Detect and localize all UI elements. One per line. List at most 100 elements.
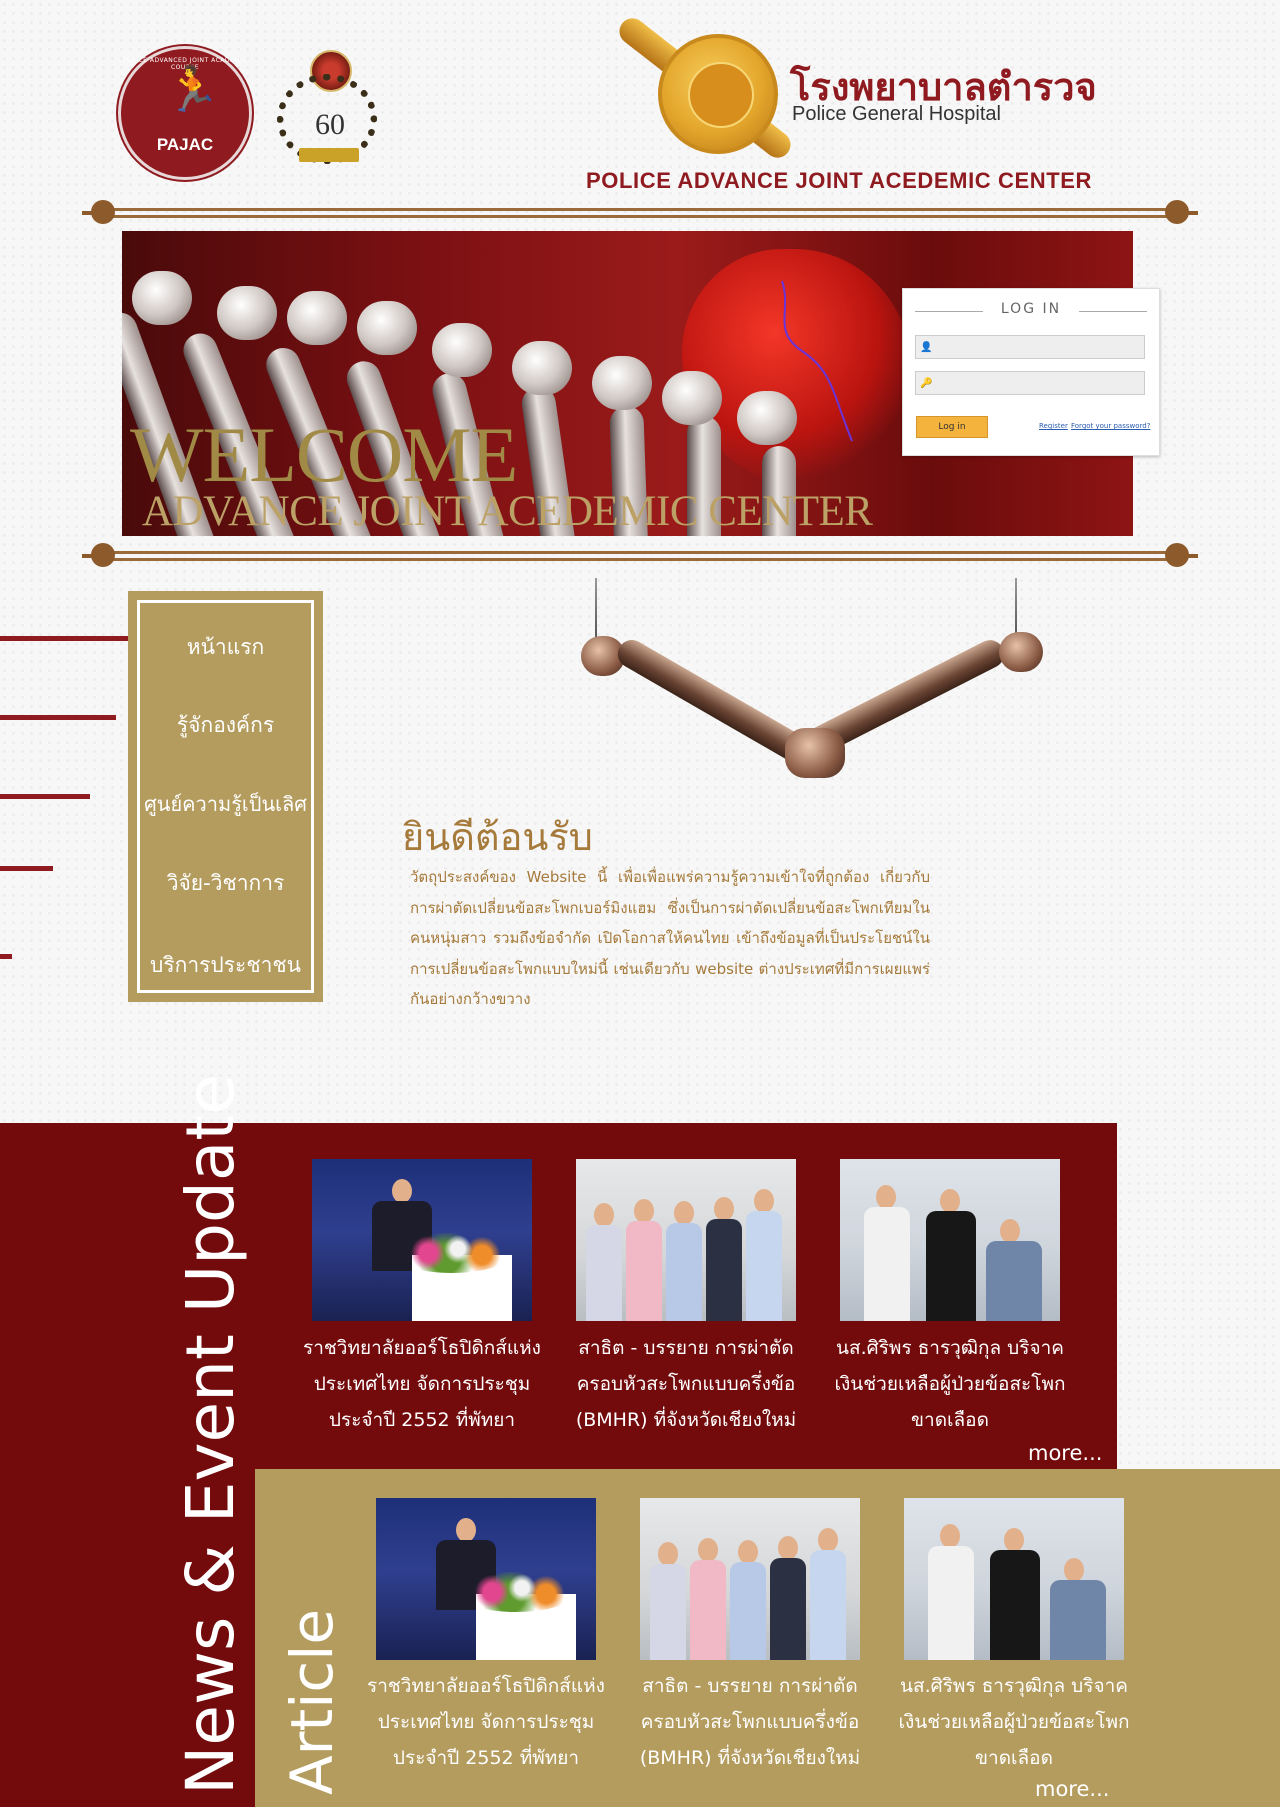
article-thumb[interactable]	[904, 1498, 1124, 1660]
password-input[interactable]	[915, 371, 1145, 395]
bone-head-graphic	[737, 391, 797, 445]
forgot-password-link[interactable]: Forgot your password?	[1071, 422, 1150, 430]
person-head	[1064, 1558, 1084, 1582]
emblem-center	[688, 62, 754, 128]
bone-head-graphic	[217, 286, 277, 340]
key-icon: 🔑	[920, 378, 933, 389]
nav-item-about[interactable]: รู้จักองค์กร	[140, 709, 311, 742]
pajac-logo[interactable]: POLICE ADVANCED JOINT ACADEMIC COURSE 🏃 …	[118, 46, 252, 180]
nav-accent-line	[0, 636, 128, 641]
nav-item-public-service[interactable]: บริการประชาชน	[140, 949, 311, 982]
bone-head-graphic	[512, 341, 572, 395]
rod-line	[102, 215, 1178, 218]
person-head	[456, 1518, 476, 1542]
bone-head-graphic	[287, 291, 347, 345]
news-more-link[interactable]: more...	[1028, 1441, 1102, 1465]
bone-necklace-image	[575, 578, 1045, 818]
hospital-emblem	[600, 13, 800, 163]
person-body	[706, 1219, 742, 1321]
news-caption[interactable]: ราชวิทยาลัยออร์โธปิดิกส์แห่งประเทศไทย จั…	[302, 1330, 542, 1438]
welcome-body: วัตถุประสงค์ของ Website นี้ เพื่อเพื่อแพ…	[410, 868, 930, 1008]
rod-tip	[1176, 211, 1198, 215]
hospital-name-en: Police General Hospital	[792, 103, 1001, 125]
article-thumb[interactable]	[640, 1498, 860, 1660]
person-head	[778, 1536, 798, 1560]
top-divider-rod	[82, 200, 1198, 224]
person-head	[634, 1199, 654, 1223]
person-body	[650, 1564, 686, 1660]
article-caption[interactable]: สาธิต - บรรยาย การผ่าตัดครอบหัวสะโพกแบบค…	[630, 1668, 870, 1776]
person-body	[1050, 1580, 1106, 1660]
person-body	[928, 1546, 974, 1660]
rod-line	[102, 551, 1178, 554]
person-body	[770, 1558, 806, 1660]
news-caption[interactable]: นส.ศิริพร ธารวุฒิกุล บริจาคเงินช่วยเหลือ…	[830, 1330, 1070, 1438]
person-head	[754, 1189, 774, 1213]
nav-item-research[interactable]: วิจัย-วิชาการ	[140, 867, 311, 900]
nav-frame: หน้าแรก รู้จักองค์กร ศูนย์ความรู้เป็นเลิ…	[137, 600, 314, 993]
rod-knob-icon	[91, 200, 115, 224]
person-head	[658, 1542, 678, 1566]
news-thumb[interactable]	[576, 1159, 796, 1321]
nav-item-home[interactable]: หน้าแรก	[140, 631, 311, 664]
news-caption[interactable]: สาธิต - บรรยาย การผ่าตัดครอบหัวสะโพกแบบค…	[566, 1330, 806, 1438]
welcome-heading: ยินดีต้อนรับ	[402, 815, 593, 859]
flowers	[456, 1572, 576, 1612]
register-link[interactable]: Register	[1039, 422, 1068, 430]
login-title: LOG IN	[1000, 301, 1062, 317]
login-box: LOG IN 👤 🔑 Log in Register Forgot your p…	[902, 288, 1160, 456]
bone-head-graphic	[132, 271, 192, 325]
nav-accent-line	[0, 866, 53, 871]
news-section-title: News & Event Update	[172, 1074, 249, 1795]
person-head	[738, 1540, 758, 1564]
ribbon-icon	[299, 148, 359, 162]
chain-graphic	[595, 578, 597, 638]
bone-end-graphic	[999, 632, 1043, 672]
flowers	[392, 1233, 512, 1273]
nav-accent-line	[0, 954, 12, 959]
bone-head-graphic	[662, 371, 722, 425]
pajac-logo-text: PAJAC	[156, 135, 214, 154]
bone-head-graphic	[357, 301, 417, 355]
article-caption[interactable]: ราชวิทยาลัยออร์โธปิดิกส์แห่งประเทศไทย จั…	[366, 1668, 606, 1776]
rod-line	[102, 208, 1178, 211]
person-body	[586, 1225, 622, 1321]
person-head	[876, 1185, 896, 1209]
person-head	[818, 1528, 838, 1552]
banner-subtitle: ADVANCE JOINT ACEDEMIC CENTER	[142, 488, 873, 535]
runner-icon: 🏃	[165, 64, 220, 115]
person-body	[746, 1211, 782, 1321]
article-more-link[interactable]: more...	[1035, 1777, 1109, 1801]
bone-head-graphic	[592, 356, 652, 410]
bone-head-graphic	[432, 323, 492, 377]
center-title: POLICE ADVANCE JOINT ACEDEMIC CENTER	[586, 168, 1093, 193]
nav-item-knowledge-center[interactable]: ศูนย์ความรู้เป็นเลิศ	[140, 788, 311, 820]
article-section-title: Article	[278, 1608, 346, 1795]
user-icon: 👤	[920, 342, 933, 353]
person-body	[810, 1550, 846, 1660]
person-body	[990, 1550, 1040, 1660]
title-rule	[1079, 311, 1147, 312]
person-body	[690, 1560, 726, 1660]
anniversary-logo: 60	[275, 50, 385, 175]
person-head	[698, 1538, 718, 1562]
chain-graphic	[1015, 578, 1017, 638]
news-thumb[interactable]	[840, 1159, 1060, 1321]
person-head	[392, 1179, 412, 1203]
article-thumb[interactable]	[376, 1498, 596, 1660]
news-thumb[interactable]	[312, 1159, 532, 1321]
person-head	[714, 1197, 734, 1221]
username-input[interactable]	[915, 335, 1145, 359]
bone-joint-graphic	[785, 728, 845, 778]
article-caption[interactable]: นส.ศิริพร ธารวุฒิกุล บริจาคเงินช่วยเหลือ…	[894, 1668, 1134, 1776]
anniversary-number: 60	[315, 108, 345, 141]
login-button[interactable]: Log in	[916, 416, 988, 438]
person-body	[626, 1221, 662, 1321]
person-body	[730, 1562, 766, 1660]
main-nav: หน้าแรก รู้จักองค์กร ศูนย์ความรู้เป็นเลิ…	[128, 591, 323, 1002]
bottom-divider-rod	[82, 543, 1198, 567]
rod-knob-icon	[91, 543, 115, 567]
person-head	[1004, 1528, 1024, 1552]
person-body	[926, 1211, 976, 1321]
rod-line	[102, 558, 1178, 561]
